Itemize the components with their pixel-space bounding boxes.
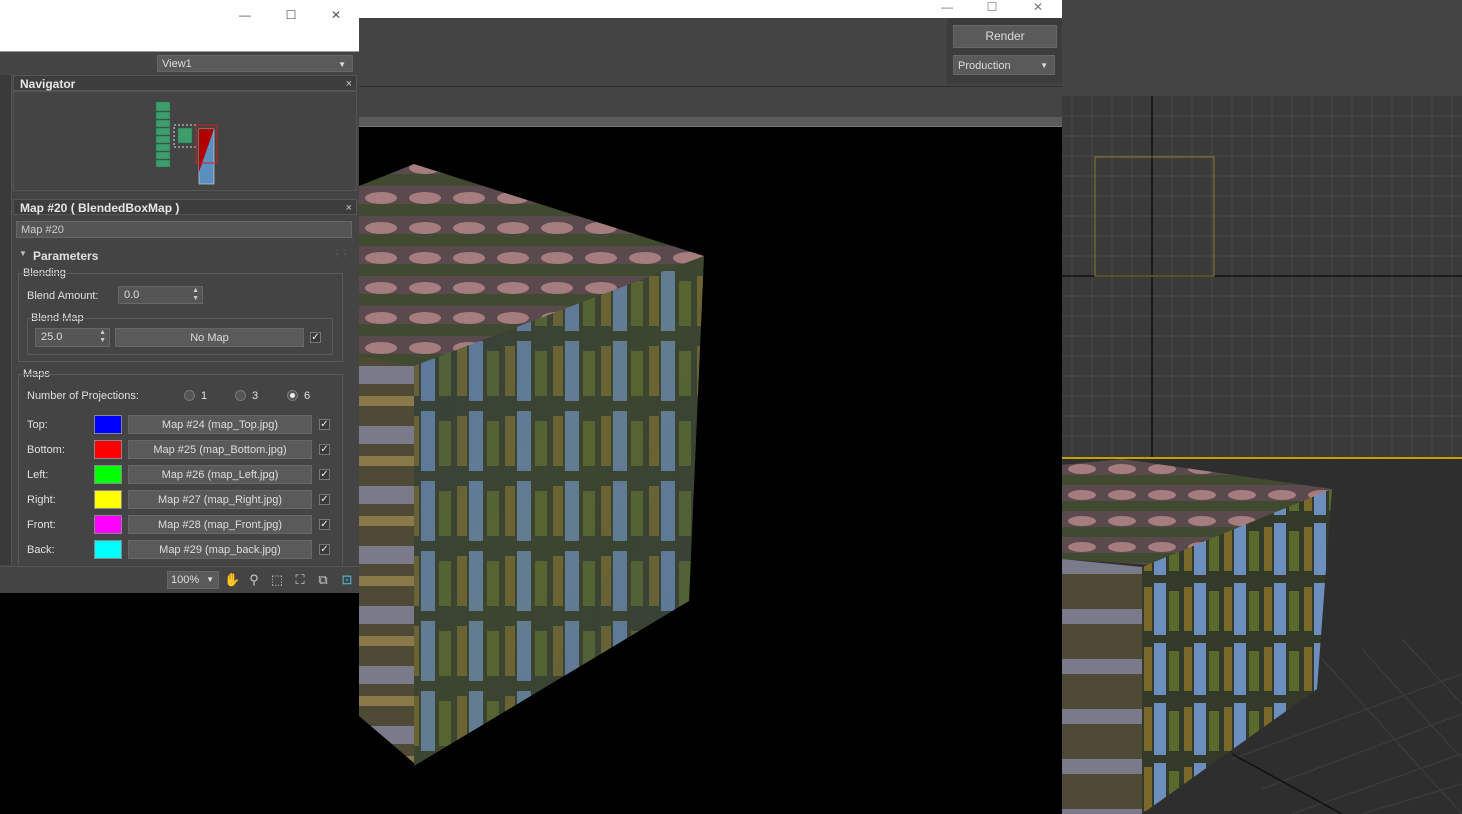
zoom-magnifier-icon[interactable]: ⚲: [246, 572, 262, 588]
projections-label: Number of Projections:: [27, 390, 139, 402]
color-swatch[interactable]: [94, 440, 122, 459]
color-swatch[interactable]: [94, 490, 122, 509]
zoom-extents-icon[interactable]: ⛶: [292, 572, 308, 588]
map-slot-button[interactable]: Map #25 (map_Bottom.jpg): [128, 440, 312, 459]
map-row-label: Right:: [27, 494, 56, 506]
map-slot-button[interactable]: Map #26 (map_Left.jpg): [128, 465, 312, 484]
render-preset-value: Production: [958, 60, 1011, 72]
render-preset-select[interactable]: Production ▼: [953, 55, 1055, 75]
spinner-arrows-icon[interactable]: ▲ ▼: [192, 287, 199, 303]
chevron-down-icon: ▼: [206, 575, 214, 584]
material-editor-titlebar: — ☐ ✕: [0, 0, 359, 52]
map-enable-checkbox[interactable]: ✓: [319, 544, 330, 555]
rendered-cube-image: [359, 164, 704, 766]
projections-option-1: 1: [201, 390, 208, 402]
projections-radio-3[interactable]: [235, 390, 246, 401]
color-swatch[interactable]: [94, 415, 122, 434]
parameters-rollout: ▼ Parameters ⋮⋮ Blending Blend Amount: 0…: [13, 243, 357, 565]
navigator-title: Navigator: [20, 77, 76, 91]
zoom-value: 100%: [171, 574, 200, 586]
zoom-select[interactable]: 100% ▼: [167, 571, 219, 589]
perspective-viewport[interactable]: [1062, 459, 1462, 814]
blend-map-amount-spinner[interactable]: 25.0 ▲ ▼: [35, 328, 110, 347]
blend-map-enable-checkbox[interactable]: ✓: [310, 332, 321, 343]
view-select[interactable]: View1 ▼: [157, 55, 353, 72]
maximize-button[interactable]: ☐: [278, 8, 304, 26]
projections-option-6: 6: [304, 390, 311, 402]
render-close-button[interactable]: ✕: [1025, 0, 1051, 18]
viewport-panel[interactable]: [1062, 0, 1462, 814]
render-button[interactable]: Render: [953, 25, 1057, 48]
parameters-title: Parameters: [33, 249, 99, 263]
map-row-label: Front:: [27, 519, 56, 531]
map-enable-checkbox[interactable]: ✓: [319, 469, 330, 480]
navigator-header[interactable]: Navigator ×: [13, 75, 357, 91]
map-parameters-header[interactable]: Map #20 ( BlendedBoxMap ) ×: [13, 199, 357, 215]
map-slot-button[interactable]: Map #28 (map_Front.jpg): [128, 515, 312, 534]
projections-radio-6[interactable]: [287, 390, 298, 401]
top-viewport-grid[interactable]: [1062, 96, 1462, 458]
blend-amount-label: Blend Amount:: [27, 290, 99, 302]
map-slot-button[interactable]: Map #24 (map_Top.jpg): [128, 415, 312, 434]
view-select-value: View1: [162, 58, 192, 70]
blend-amount-value: 0.0: [124, 289, 140, 301]
map-row-label: Bottom:: [27, 444, 65, 456]
blend-amount-spinner[interactable]: 0.0 ▲ ▼: [118, 286, 203, 304]
zoom-extents-selected-icon[interactable]: ⧉: [315, 572, 331, 588]
color-swatch[interactable]: [94, 540, 122, 559]
viewport-header: [1062, 0, 1462, 96]
collapse-triangle-icon: ▼: [19, 249, 27, 258]
render-frame-window: — ☐ ✕ Render Production ▼: [359, 0, 1062, 814]
map-panel-title: Map #20 ( BlendedBoxMap ): [20, 201, 180, 215]
pan-hand-icon[interactable]: ✋: [224, 572, 240, 588]
minimize-button[interactable]: —: [232, 8, 258, 26]
parameters-rollout-header[interactable]: ▼ Parameters ⋮⋮: [13, 247, 357, 265]
chevron-down-icon: ▼: [1040, 61, 1048, 70]
blend-map-button[interactable]: No Map: [115, 328, 304, 347]
drag-handle-icon[interactable]: ⋮⋮: [333, 249, 349, 258]
map-enable-checkbox[interactable]: ✓: [319, 444, 330, 455]
navigator-view[interactable]: [13, 91, 357, 191]
map-row-label: Back:: [27, 544, 55, 556]
map-enable-checkbox[interactable]: ✓: [319, 519, 330, 530]
map-slot-button[interactable]: Map #29 (map_back.jpg): [128, 540, 312, 559]
close-icon[interactable]: ×: [346, 200, 352, 216]
map-name-field[interactable]: Map #20: [16, 221, 352, 238]
map-slot-button[interactable]: Map #27 (map_Right.jpg): [128, 490, 312, 509]
toolbar-divider: [359, 86, 1062, 87]
map-enable-checkbox[interactable]: ✓: [319, 494, 330, 505]
color-swatch[interactable]: [94, 465, 122, 484]
render-minimize-button[interactable]: —: [934, 0, 960, 18]
map-enable-checkbox[interactable]: ✓: [319, 419, 330, 430]
projections-option-3: 3: [252, 390, 259, 402]
frame-selected-icon[interactable]: ⊡: [339, 572, 355, 588]
chevron-down-icon: ▼: [338, 60, 346, 69]
close-button[interactable]: ✕: [323, 8, 349, 26]
blend-map-amount-value: 25.0: [41, 331, 63, 343]
map-row-label: Left:: [27, 469, 49, 481]
render-window-titlebar: — ☐ ✕: [359, 0, 1062, 18]
spinner-arrows-icon[interactable]: ▲ ▼: [99, 329, 106, 345]
color-swatch[interactable]: [94, 515, 122, 534]
projections-radio-1[interactable]: [184, 390, 195, 401]
zoom-region-icon[interactable]: ⬚: [269, 572, 285, 588]
render-maximize-button[interactable]: ☐: [979, 0, 1005, 18]
slate-material-editor: — ☐ ✕ View1 ▼ Navigator × Map #20 (Blen…: [0, 0, 359, 593]
node-graph-thumbnail: [155, 101, 218, 185]
close-icon[interactable]: ×: [346, 76, 352, 92]
map-row-label: Top:: [27, 419, 48, 431]
material-browser-strip[interactable]: [0, 75, 12, 565]
